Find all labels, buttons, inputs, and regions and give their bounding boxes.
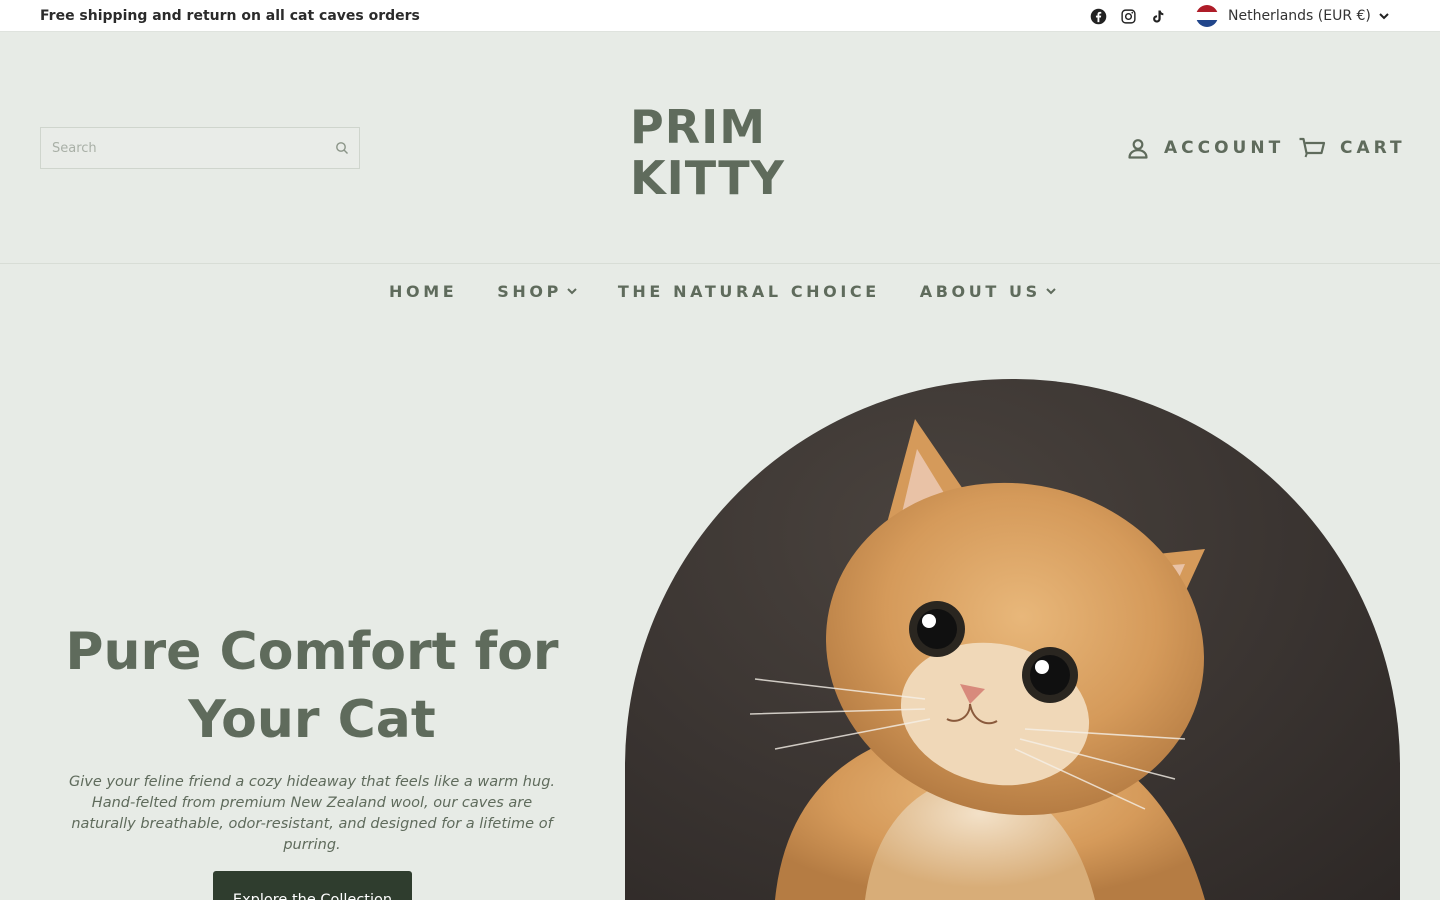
explore-collection-button[interactable]: Explore the Collection [213, 871, 412, 900]
hero-title: Pure Comfort for Your Cat [65, 622, 559, 750]
hero-cat-image [625, 379, 1400, 900]
cat-illustration [749, 419, 1205, 900]
nav-item-the-natural-choice[interactable]: THE NATURAL CHOICE [618, 282, 880, 301]
account-label: ACCOUNT [1164, 138, 1285, 158]
nav-item-label: HOME [389, 281, 458, 301]
chevron-down-icon [567, 288, 577, 295]
nav-item-home[interactable]: HOME [389, 282, 457, 301]
cart-icon [1299, 137, 1326, 158]
country-selector[interactable]: Netherlands (EUR €) [1228, 8, 1371, 24]
hero-description: Give your feline friend a cozy hideaway … [68, 774, 556, 853]
main-navigation: HOME SHOP THE NATURAL CHOICE ABOUT US [389, 280, 1057, 302]
cart-link[interactable]: CART [1298, 134, 1406, 162]
nav-item-label: SHOP [497, 281, 562, 301]
instagram-icon[interactable] [1119, 7, 1137, 25]
search-input[interactable] [41, 128, 321, 168]
site-logo[interactable]: PRIM KITTY [622, 100, 822, 208]
account-link[interactable]: ACCOUNT [1126, 134, 1284, 162]
cart-label: CART [1340, 138, 1406, 158]
chevron-down-icon[interactable] [1378, 10, 1390, 22]
announcement-bar: Free shipping and return on all cat cave… [0, 0, 1440, 32]
announcement-text: Free shipping and return on all cat cave… [40, 8, 420, 24]
logo-line-2: KITTY [630, 151, 785, 205]
logo-line-1: PRIM [630, 100, 767, 154]
nav-item-shop[interactable]: SHOP [497, 282, 578, 301]
nav-item-label: ABOUT US [919, 281, 1041, 301]
nav-item-label: THE NATURAL CHOICE [617, 281, 880, 301]
search-box[interactable] [40, 127, 360, 169]
facebook-icon[interactable] [1089, 7, 1107, 25]
header-divider [0, 263, 1440, 264]
netherlands-flag-icon [1196, 5, 1218, 27]
search-icon[interactable] [335, 141, 349, 155]
chevron-down-icon [1046, 288, 1056, 295]
user-icon [1128, 139, 1148, 159]
nav-item-about-us[interactable]: ABOUT US [920, 282, 1057, 301]
tiktok-icon[interactable] [1149, 7, 1167, 25]
